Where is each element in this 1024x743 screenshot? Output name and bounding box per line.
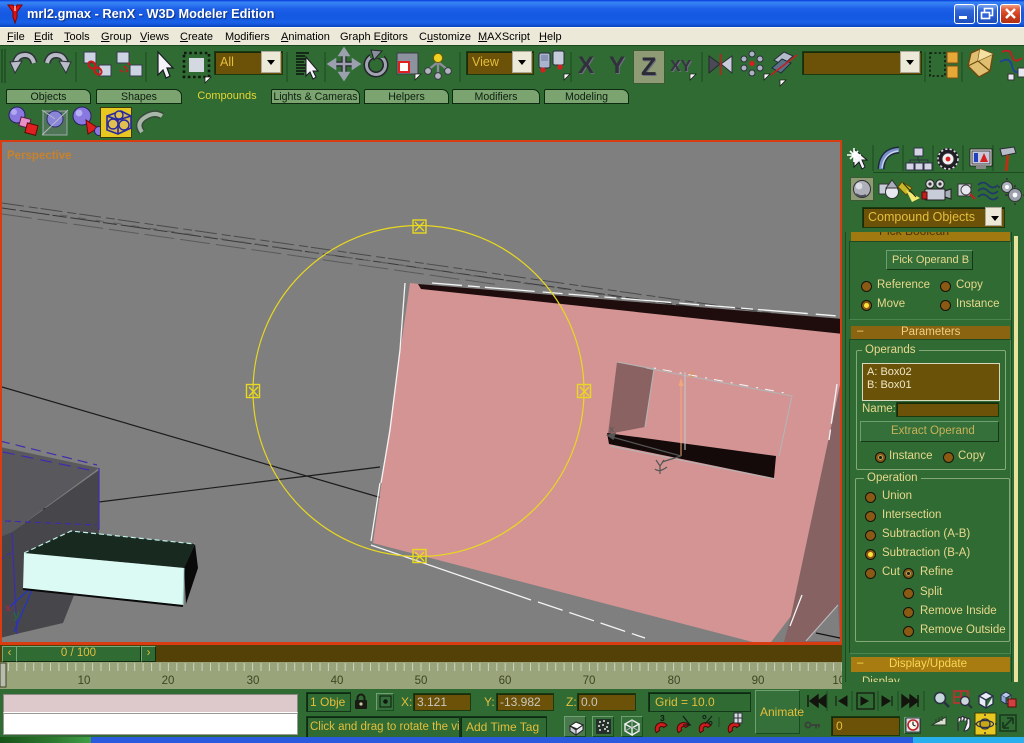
svg-text:70: 70 [583,675,596,687]
svg-text:80: 80 [668,675,681,687]
svg-text:60: 60 [499,675,512,687]
svg-text:Perspective: Perspective [7,150,72,162]
svg-text:Z: Z [641,53,656,81]
svg-text:x: x [5,604,11,615]
svg-text:30: 30 [247,675,260,687]
svg-text:3: 3 [660,713,665,723]
svg-text:50: 50 [415,675,428,687]
svg-text:x: x [609,425,614,435]
svg-text:Y: Y [609,52,625,79]
svg-text:10: 10 [78,675,91,687]
svg-text:X: X [578,52,594,79]
svg-text:XY: XY [670,58,692,75]
svg-text:90: 90 [752,675,765,687]
svg-text:y: y [13,610,20,622]
svg-text:100: 100 [832,675,842,687]
svg-text:40: 40 [331,675,344,687]
svg-text:z: z [689,370,694,380]
svg-text:20: 20 [162,675,175,687]
